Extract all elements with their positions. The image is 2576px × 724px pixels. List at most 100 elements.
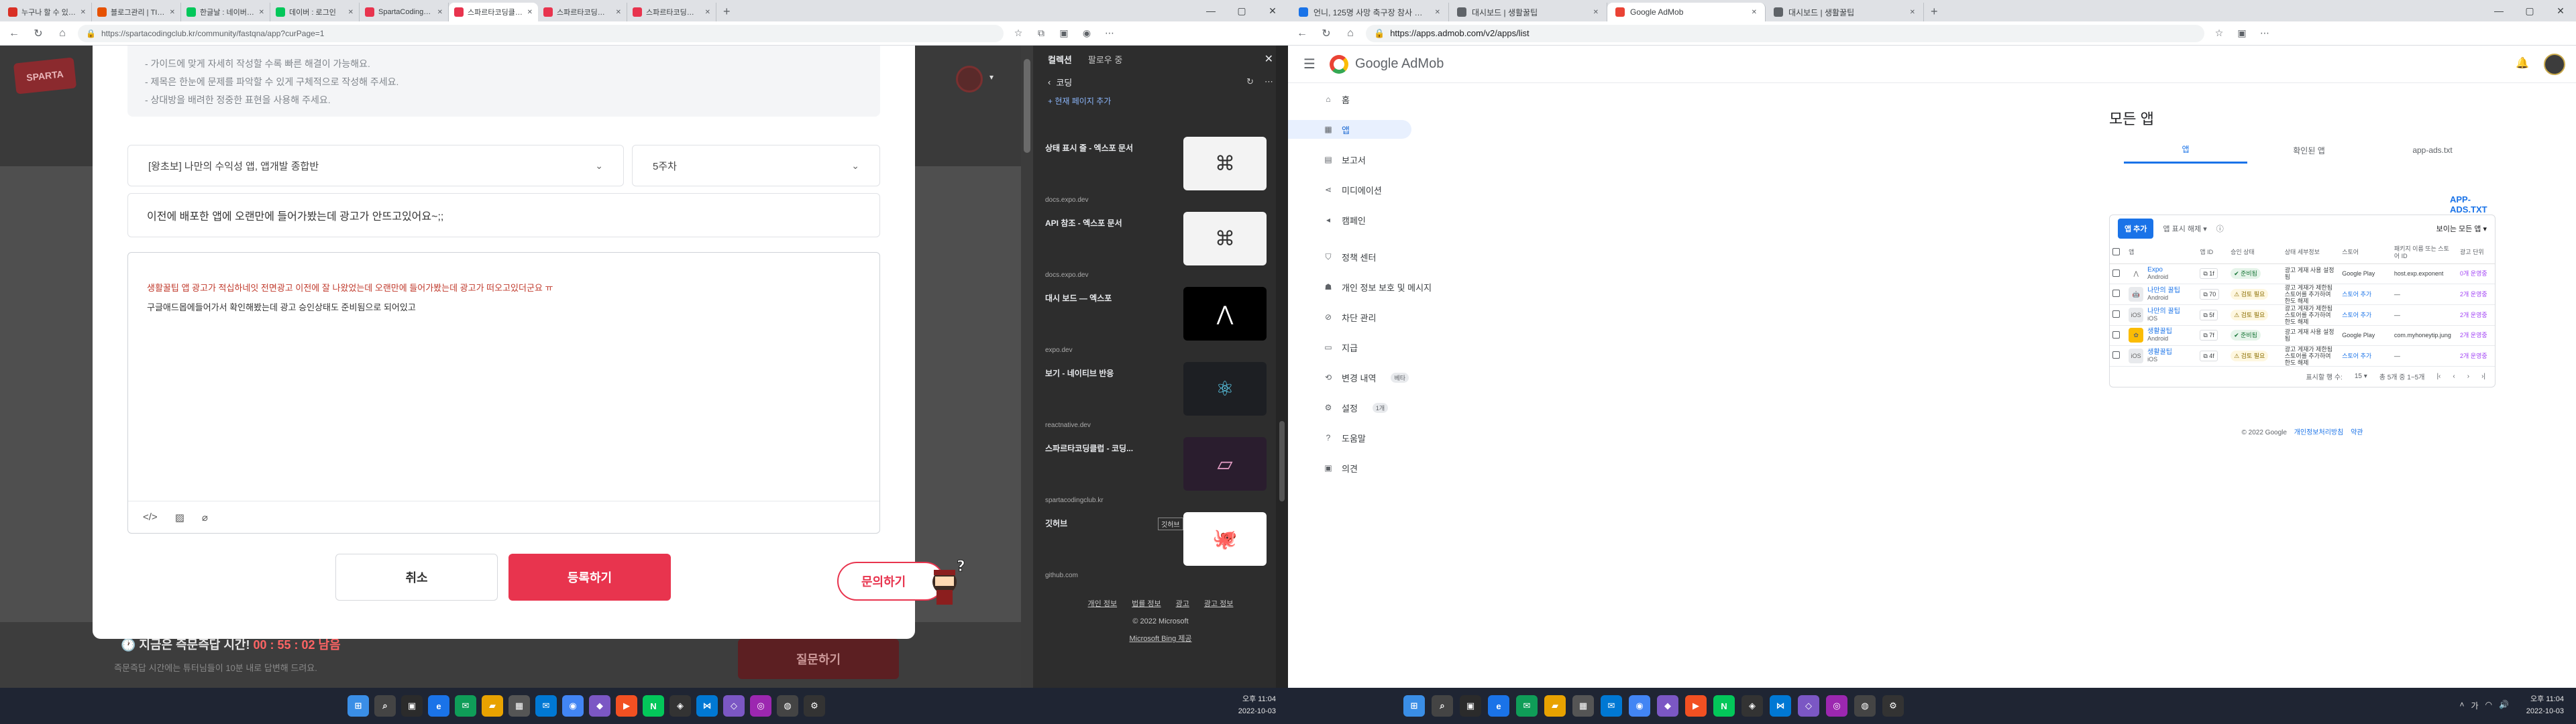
chevron-up-icon[interactable]: ˄ xyxy=(2460,700,2465,711)
sidebar-item[interactable]: ⋖ 미디에이션 xyxy=(1288,180,1489,199)
row-checkbox[interactable] xyxy=(2112,310,2120,318)
tab-collections[interactable]: 컬렉션 xyxy=(1048,53,1072,66)
app-id[interactable]: ⧉ 4f xyxy=(2200,350,2218,361)
page-tab[interactable]: 앱 xyxy=(2124,137,2247,164)
profile-icon[interactable]: ◉ xyxy=(1079,27,1095,39)
tab-close-icon[interactable]: ✕ xyxy=(527,9,533,16)
sidebar-item[interactable]: ⚙ 설정 1개 xyxy=(1288,398,1489,417)
app-name[interactable]: 나만의 꿀팁 xyxy=(2147,287,2180,294)
tab-close-icon[interactable]: ✕ xyxy=(1435,9,1440,16)
star-icon[interactable]: ☆ xyxy=(2211,27,2227,39)
store-icon[interactable]: ▦ xyxy=(508,695,530,717)
vscode-icon[interactable]: ⋈ xyxy=(696,695,718,717)
search-icon[interactable]: ⌕ xyxy=(374,695,396,717)
app-icon[interactable]: ◍ xyxy=(777,695,798,717)
browser-tab[interactable]: 누구나 할 수 있는 앱 광고 ✕ xyxy=(3,3,92,21)
scrollbar-thumb[interactable] xyxy=(1279,421,1285,501)
sidebar-item[interactable]: ▦ 앱 xyxy=(1288,120,1411,139)
sidebar-item[interactable]: ▭ 지급 xyxy=(1288,338,1489,357)
ad-units-cell[interactable]: 0개 운영중 xyxy=(2457,263,2495,284)
home-icon[interactable]: ⌂ xyxy=(1342,27,1359,40)
app-icon[interactable]: ⚙ xyxy=(804,695,825,717)
mail-icon[interactable]: ✉ xyxy=(535,695,557,717)
windows-start-icon[interactable]: ⊞ xyxy=(1403,695,1425,717)
hide-app-button[interactable]: 앱 표시 해제 ▾ xyxy=(2163,223,2206,234)
copy-icon[interactable]: ⧉ xyxy=(2203,312,2209,318)
collection-card[interactable]: 깃허브 github.com 🐙 깃허브 xyxy=(1045,512,1267,583)
select-all-checkbox[interactable] xyxy=(2112,247,2120,255)
browser-tab[interactable]: SpartaCodingClub ✕ xyxy=(360,3,449,21)
app-id[interactable]: ⧉ 1f xyxy=(2200,268,2218,279)
tab-following[interactable]: 팔로우 중 xyxy=(1088,53,1122,66)
tab-close-icon[interactable]: ✕ xyxy=(259,9,264,16)
scrollbar-thumb[interactable] xyxy=(1024,59,1030,153)
code-icon[interactable]: </> xyxy=(143,511,158,523)
row-checkbox[interactable] xyxy=(2112,269,2120,277)
chrome-icon[interactable]: ◉ xyxy=(1629,695,1650,717)
app-name[interactable]: 생활꿀팁 xyxy=(2147,328,2172,335)
browser-tab[interactable]: Google AdMob ✕ xyxy=(1607,3,1766,21)
help-icon[interactable]: ⓘ xyxy=(2216,223,2224,234)
collection-card[interactable]: 대시 보드 — 엑스포 expo.dev ⋀ xyxy=(1045,287,1267,358)
app-name[interactable]: Expo xyxy=(2147,267,2168,274)
home-icon[interactable]: ⌂ xyxy=(54,27,71,40)
file-explorer-icon[interactable]: ▰ xyxy=(482,695,503,717)
week-select[interactable]: 5주차 ⌄ xyxy=(632,145,880,186)
tab-close-icon[interactable]: ✕ xyxy=(1752,9,1757,16)
browser-tab[interactable]: 한글날 : 네이버 통합검색 ✕ xyxy=(181,3,270,21)
url-bar[interactable]: 🔒 https://spartacodingclub.kr/community/f… xyxy=(78,24,1004,42)
body-editor[interactable]: 생활꿀팁 앱 광고가 적십하네잇 전면광고 이전에 잘 나왔었는데 오랜만에 들… xyxy=(127,252,880,534)
collections-icon[interactable]: ▣ xyxy=(1056,27,1072,39)
bing-link[interactable]: Microsoft Bing 제공 xyxy=(1033,630,1288,648)
row-checkbox[interactable] xyxy=(2112,330,2120,339)
task-view-icon[interactable]: ▣ xyxy=(1460,695,1481,717)
app-icon[interactable]: ⚙ xyxy=(1882,695,1904,717)
next-page-icon[interactable]: › xyxy=(2467,373,2469,380)
tab-close-icon[interactable]: ✕ xyxy=(170,9,175,16)
close-icon[interactable]: ✕ xyxy=(2545,0,2576,21)
browser-tab[interactable]: 데이버 : 로그인 ✕ xyxy=(270,3,360,21)
footer-link[interactable]: 개인 정보 xyxy=(1088,595,1118,613)
user-avatar[interactable] xyxy=(956,66,983,93)
edge-icon[interactable]: e xyxy=(1488,695,1509,717)
wifi-icon[interactable]: ◠ xyxy=(2485,700,2492,711)
sidebar-item[interactable]: ▤ 보고서 xyxy=(1288,150,1489,169)
browser-tab[interactable]: 스파르타코딩클럽 | 커뮤니 ✕ xyxy=(627,3,716,21)
app-id[interactable]: ⧉ 7f xyxy=(2200,330,2218,341)
submit-button[interactable]: 등록하기 xyxy=(508,554,671,601)
store-icon[interactable]: ▦ xyxy=(1572,695,1594,717)
taskbar-clock[interactable]: 오후 11:04 2022-10-03 xyxy=(2526,693,2564,717)
browser-tab[interactable]: 언니, 125명 사망 축구장 참사 찾아... ✕ xyxy=(1291,3,1449,21)
app-icon[interactable]: ◎ xyxy=(1826,695,1847,717)
back-icon[interactable]: ← xyxy=(1293,27,1311,40)
chat-icon[interactable]: ✉ xyxy=(455,695,476,717)
taskbar-clock[interactable]: 오후 11:04 2022-10-03 xyxy=(1238,693,1276,717)
page-scrollbar[interactable] xyxy=(1021,46,1033,688)
naver-icon[interactable]: N xyxy=(643,695,664,717)
collection-card[interactable]: 상태 표시 줄 - 엑스포 문서 docs.expo.dev ⌘ xyxy=(1045,137,1267,208)
browser-tab[interactable]: 대시보드 | 생활꿀팁 ✕ xyxy=(1449,3,1607,21)
ask-question-button[interactable]: 질문하기 xyxy=(738,639,899,679)
vscode-icon[interactable]: ⋈ xyxy=(1770,695,1791,717)
lang-icon[interactable]: 가 xyxy=(2471,700,2479,711)
tab-close-icon[interactable]: ✕ xyxy=(705,9,710,16)
task-view-icon[interactable]: ▣ xyxy=(401,695,423,717)
chat-icon[interactable]: ✉ xyxy=(1516,695,1538,717)
column-header[interactable]: 상태 세부정보 xyxy=(2282,242,2340,264)
title-input[interactable]: 이전에 배포한 앱에 오랜만에 들어가봤는데 광고가 안뜨고있어요~;; xyxy=(127,193,880,237)
app-icon[interactable]: ◈ xyxy=(1741,695,1763,717)
maximize-icon[interactable]: ▢ xyxy=(1226,0,1257,21)
first-page-icon[interactable]: |‹ xyxy=(2436,373,2440,380)
app-id[interactable]: ⧉ 5f xyxy=(2200,309,2218,320)
browser-tab[interactable]: 스파르타코딩클럽 | 커뮤니 ✕ xyxy=(449,3,538,21)
sync-icon[interactable]: ↻ xyxy=(1246,76,1254,87)
cancel-button[interactable]: 취소 xyxy=(335,554,498,601)
refresh-icon[interactable]: ↻ xyxy=(1318,27,1335,40)
tab-close-icon[interactable]: ✕ xyxy=(348,9,354,16)
browser-tab[interactable]: 대시보드 | 생활꿀팁 ✕ xyxy=(1766,3,1924,21)
column-header[interactable]: 앱 ID xyxy=(2197,242,2229,264)
app-icon[interactable]: ◍ xyxy=(1854,695,1876,717)
store-cell[interactable]: 스토어 추가 xyxy=(2339,345,2392,367)
app-icon[interactable]: ◆ xyxy=(589,695,610,717)
close-icon[interactable]: ✕ xyxy=(1257,0,1288,21)
